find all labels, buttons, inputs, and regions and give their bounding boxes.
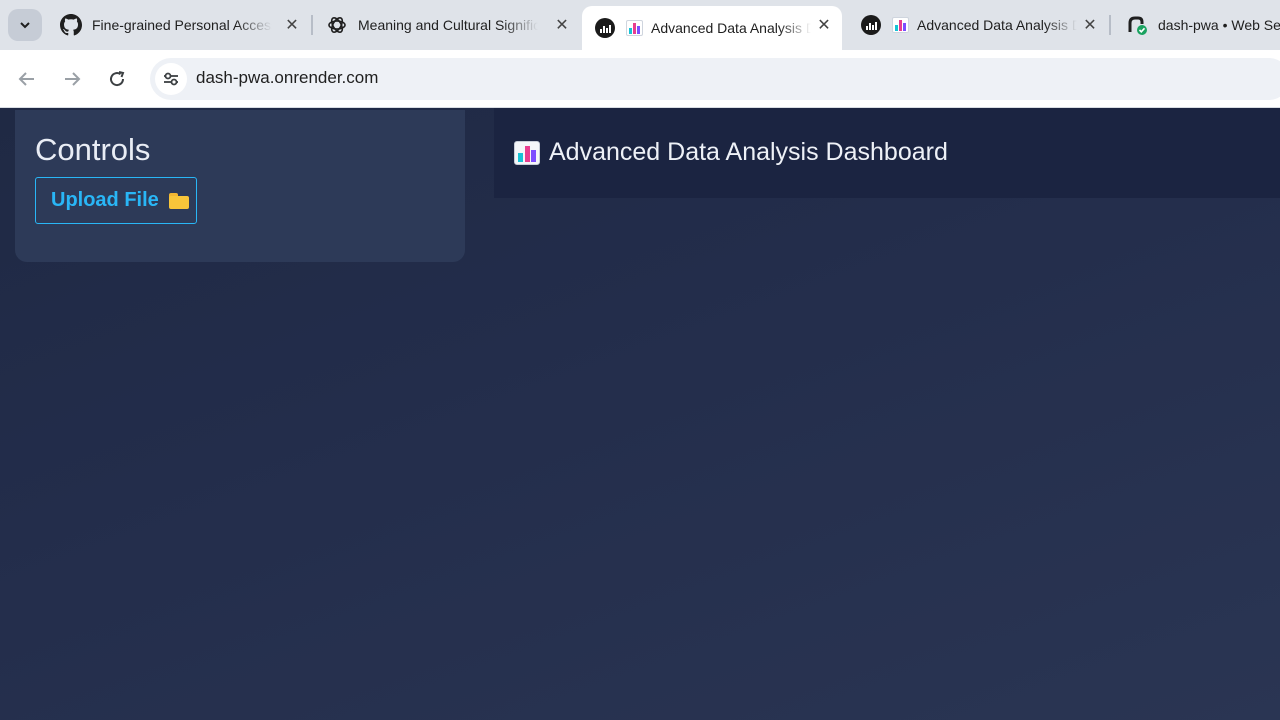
close-icon[interactable]: ✕ [552,15,572,35]
github-icon [60,14,82,36]
forward-button[interactable] [55,62,89,96]
chevron-down-icon [20,22,30,29]
close-icon[interactable]: ✕ [814,15,834,35]
tab-title: dash-pwa • Web Service [1158,17,1280,33]
tab-title: Fine-grained Personal Access Tokens [92,17,272,33]
bar-chart-icon [892,17,909,33]
controls-title: Controls [35,132,151,167]
render-icon [1126,14,1148,36]
tune-icon [164,72,178,86]
close-icon[interactable]: ✕ [282,15,302,35]
chart-favicon-icon [594,17,616,39]
back-button[interactable] [10,62,44,96]
arrow-right-icon [65,72,81,86]
browser-tab[interactable]: Fine-grained Personal Access Tokens ✕ [48,6,310,44]
browser-tab[interactable]: Meaning and Cultural Significance ✕ [314,6,580,44]
address-bar[interactable]: dash-pwa.onrender.com [150,58,1280,100]
tab-search-button[interactable] [8,9,42,41]
browser-toolbar: dash-pwa.onrender.com [0,50,1280,108]
dashboard-header: Advanced Data Analysis Dashboard [494,108,1280,198]
url-text[interactable]: dash-pwa.onrender.com [196,68,378,88]
browser-tab-active[interactable]: Advanced Data Analysis Dashboard ✕ [582,6,842,50]
browser-tab[interactable]: dash-pwa • Web Service [1114,6,1280,44]
reload-icon [110,71,125,87]
openai-icon [326,14,348,36]
upload-button-label: Upload File [51,189,159,211]
page-title: Advanced Data Analysis Dashboard [514,138,948,167]
bar-chart-icon [626,20,643,36]
folder-icon [168,192,189,209]
arrow-left-icon [18,72,34,86]
tab-title: Advanced Data Analysis Dashboard [651,20,811,36]
upload-file-button[interactable]: Upload File [35,177,197,224]
browser-tab[interactable]: Advanced Data Analysis Dashboard ✕ [848,6,1108,44]
tab-separator [1109,15,1111,35]
reload-button[interactable] [100,62,134,96]
tab-separator [311,15,313,35]
controls-panel: Controls Upload File [15,110,465,262]
close-icon[interactable]: ✕ [1080,15,1100,35]
tab-title: Meaning and Cultural Significance [358,17,538,33]
chart-favicon-icon [860,14,882,36]
site-info-button[interactable] [155,63,187,95]
browser-tab-strip: Fine-grained Personal Access Tokens ✕ Me… [0,0,1280,50]
bar-chart-icon [514,140,540,165]
tab-title: Advanced Data Analysis Dashboard [917,17,1077,33]
page-title-text: Advanced Data Analysis Dashboard [549,138,948,166]
page-content: Controls Upload File Advanced Data Analy… [0,108,1280,720]
